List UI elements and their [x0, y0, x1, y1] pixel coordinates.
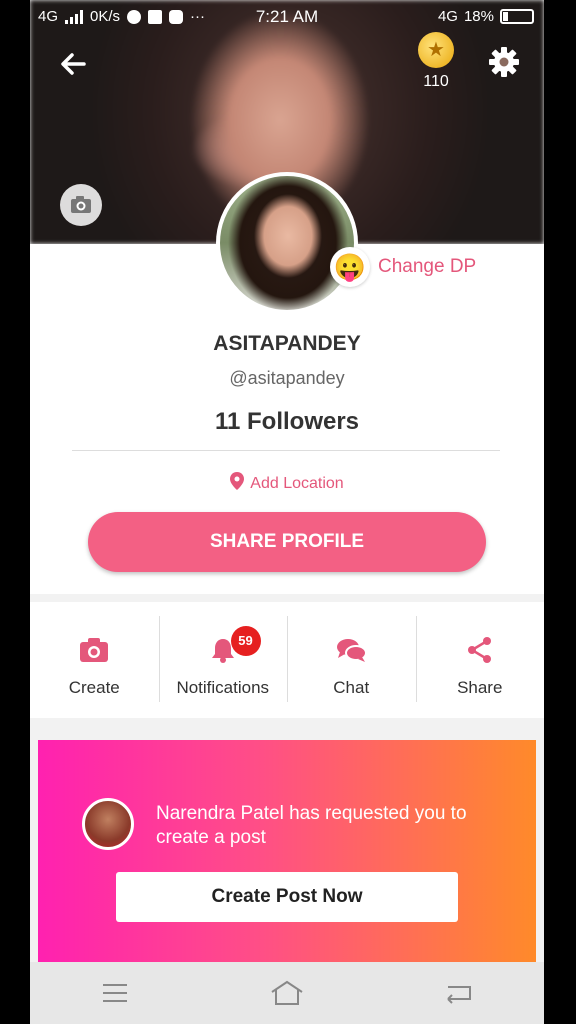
back-arrow-icon[interactable] [54, 44, 94, 84]
request-message: Narendra Patel has requested you to crea… [156, 803, 467, 848]
menu-icon[interactable] [100, 981, 130, 1005]
post-request-banner: Narendra Patel has requested you to crea… [38, 740, 536, 962]
home-icon[interactable] [269, 979, 305, 1007]
add-location-label: Add Location [250, 475, 344, 492]
change-dp-label: Change DP [378, 256, 477, 277]
location-pin-icon [230, 472, 245, 490]
share-icon [467, 637, 491, 663]
battery-icon [500, 9, 534, 24]
followers-count[interactable]: 11 Followers [30, 408, 544, 436]
back-icon[interactable] [444, 981, 474, 1005]
change-cover-button[interactable] [60, 184, 102, 226]
avatar[interactable] [216, 172, 358, 314]
create-action[interactable]: Create [30, 602, 159, 718]
notification-badge: 59 [230, 626, 261, 656]
tongue-emoji-icon: 😛 [330, 247, 370, 287]
camera-icon [80, 638, 109, 662]
create-label: Create [68, 678, 120, 697]
battery-label: 18% [463, 8, 494, 25]
display-name: ASITAPANDEY [213, 332, 361, 355]
coin-icon[interactable]: ★ [418, 32, 454, 68]
divider [72, 450, 500, 451]
user-handle: @asitapandey [229, 368, 345, 388]
chat-icon [337, 639, 368, 662]
add-location-link[interactable]: Add Location [30, 472, 544, 493]
share-profile-button[interactable]: SHARE PROFILE [88, 512, 486, 572]
notifications-action[interactable]: 59 Notifications [158, 602, 288, 718]
requester-avatar [82, 798, 134, 850]
camera-icon [71, 196, 91, 213]
chat-action[interactable]: Chat [287, 602, 416, 718]
create-post-now-button[interactable]: Create Post Now [116, 872, 458, 922]
coin-count: 110 [423, 73, 449, 90]
change-dp-button[interactable]: 😛 Change DP [330, 244, 476, 290]
share-label: Share [457, 678, 503, 697]
chat-label: Chat [333, 678, 370, 697]
notifications-label: Notifications [176, 678, 270, 697]
gear-icon[interactable] [486, 44, 522, 80]
network-right-label: 4G [437, 8, 458, 25]
status-bar: 4G 0K/s ··· 7:21 AM 4G 18% [30, 0, 544, 32]
action-bar: Create 59 Notifications Chat Share [30, 602, 544, 718]
system-nav-bar [30, 962, 544, 1024]
profile-screen: 4G 0K/s ··· 7:21 AM 4G 18% ★ 110 😛 Chang… [30, 0, 544, 1024]
share-action[interactable]: Share [415, 602, 545, 718]
